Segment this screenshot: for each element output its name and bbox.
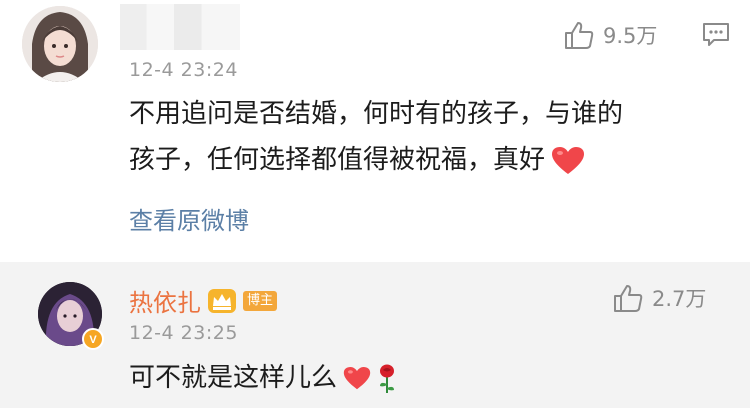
comment-item: 12-4 23:24 9.5万 不用追问是否结婚，何时有的孩子，与谁的 孩子，任…	[0, 0, 750, 262]
like-button[interactable]: 9.5万	[563, 20, 657, 50]
comment-author-row: 热依扎 博主	[129, 283, 278, 318]
avatar[interactable]	[22, 6, 98, 82]
comment-icon	[703, 23, 729, 46]
comment-reply-button[interactable]	[702, 22, 730, 52]
username[interactable]: 热依扎	[129, 283, 201, 318]
blogger-badge: 博主	[243, 290, 278, 311]
rose-icon	[380, 364, 395, 393]
timestamp: 12-4 23:25	[129, 322, 238, 344]
like-button[interactable]: 2.7万	[612, 283, 706, 313]
comment-text-line: 孩子，任何选择都值得被祝福，真好	[129, 137, 729, 183]
comment-text-segment: 孩子，任何选择都值得被祝福，真好	[129, 145, 546, 175]
comment-text-segment: 可不就是这样儿么	[129, 363, 338, 393]
svg-text:V: V	[89, 334, 97, 346]
vip-crown-icon[interactable]	[207, 288, 237, 314]
comment-text: 不用追问是否结婚，何时有的孩子，与谁的 孩子，任何选择都值得被祝福，真好	[129, 91, 729, 183]
like-count: 2.7万	[652, 287, 707, 311]
comment-text: 可不就是这样儿么	[129, 355, 397, 401]
comment-text-line: 不用追问是否结婚，何时有的孩子，与谁的	[129, 99, 624, 129]
view-original-post-link[interactable]: 查看原微博	[129, 201, 249, 236]
timestamp: 12-4 23:24	[129, 59, 238, 81]
thumbs-up-icon	[565, 22, 594, 49]
username-blurred[interactable]	[120, 4, 240, 50]
like-count: 9.5万	[603, 24, 658, 48]
verified-badge-icon: V	[82, 328, 104, 350]
red-heart-icon	[343, 366, 371, 390]
red-heart-icon	[552, 146, 585, 174]
thumbs-up-icon	[614, 285, 643, 312]
